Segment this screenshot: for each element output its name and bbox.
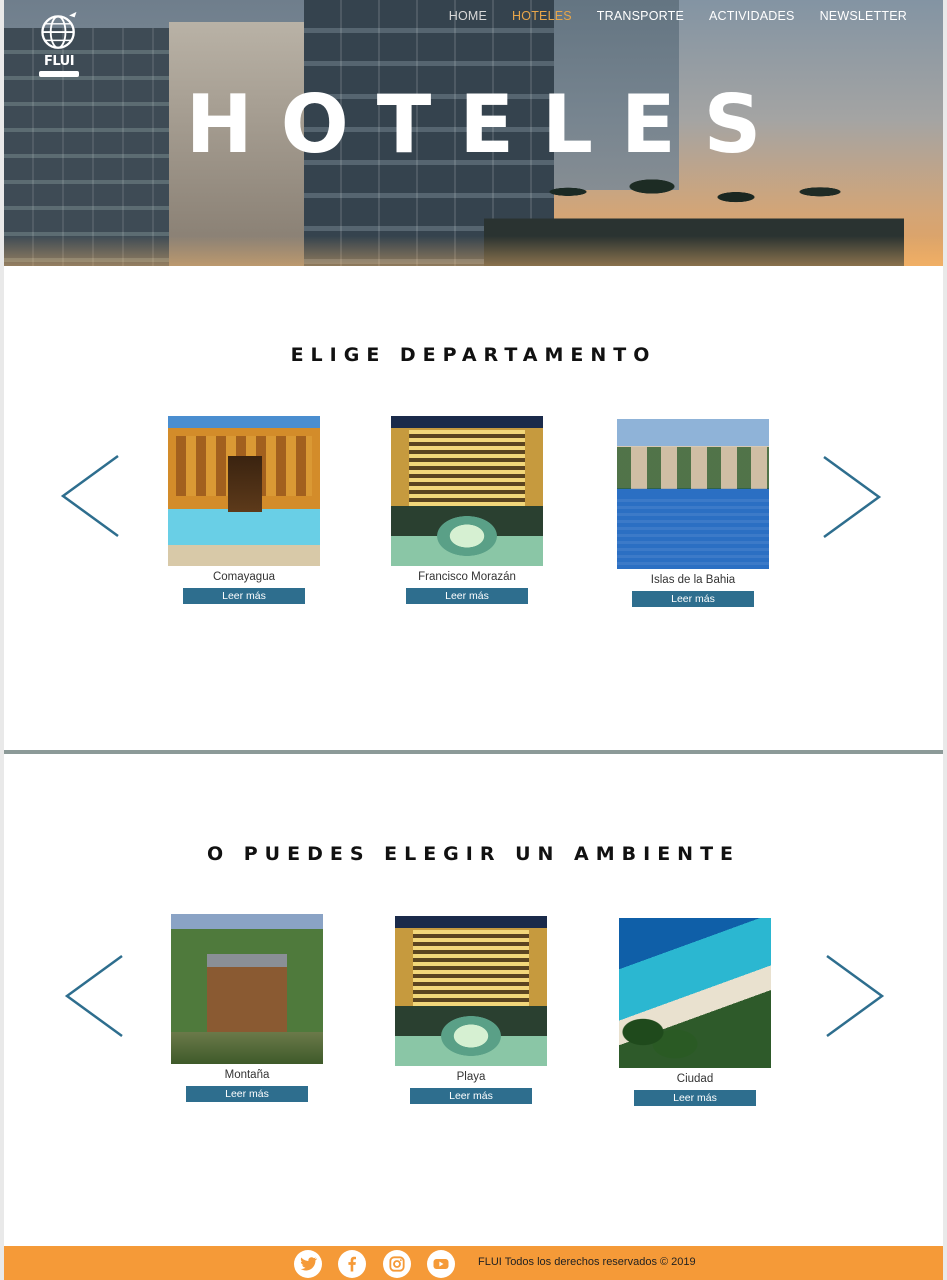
card-playa: Playa Leer más [395, 916, 547, 1104]
chevron-right-icon [823, 455, 882, 539]
instagram-link[interactable] [383, 1250, 411, 1278]
nav-item-transporte[interactable]: TRANSPORTE [597, 9, 684, 23]
page: FLUI HOME HOTELES TRANSPORTE ACTIVIDADES… [4, 0, 943, 1280]
card-islas-de-la-bahia: Islas de la Bahia Leer más [617, 419, 769, 607]
carousel-next-button[interactable] [825, 953, 885, 1039]
carousel-next-button[interactable] [822, 454, 882, 540]
twitter-icon [300, 1257, 318, 1271]
card-image[interactable] [617, 419, 769, 569]
facebook-icon [348, 1256, 356, 1272]
read-more-button[interactable]: Leer más [186, 1086, 308, 1102]
nav-item-actividades[interactable]: ACTIVIDADES [709, 9, 795, 23]
card-image[interactable] [171, 914, 323, 1064]
card-caption: Francisco Morazán [418, 571, 516, 583]
youtube-icon [433, 1259, 449, 1269]
read-more-button[interactable]: Leer más [406, 588, 528, 604]
read-more-button[interactable]: Leer más [410, 1088, 532, 1104]
copyright-text: FLUI Todos los derechos reservados © 201… [478, 1256, 696, 1268]
section-title-departamento: ELIGE DEPARTAMENTO [290, 344, 657, 366]
section-divider [4, 750, 943, 754]
logo[interactable]: FLUI [34, 10, 84, 80]
section-title-ambiente: O PUEDES ELEGIR UN AMBIENTE [206, 843, 741, 865]
carousel-prev-button[interactable] [60, 453, 120, 539]
footer: FLUI Todos los derechos reservados © 201… [4, 1246, 943, 1280]
nav-item-hoteles[interactable]: HOTELES [512, 9, 572, 23]
card-caption: Montaña [224, 1069, 270, 1081]
twitter-link[interactable] [294, 1250, 322, 1278]
youtube-link[interactable] [427, 1250, 455, 1278]
nav-item-home[interactable]: HOME [449, 9, 487, 23]
card-comayagua: Comayagua Leer más [168, 416, 320, 604]
card-francisco-morazan: Francisco Morazán Leer más [391, 416, 543, 604]
globe-icon [41, 11, 77, 49]
card-caption: Ciudad [676, 1073, 714, 1085]
hero-banner: FLUI HOME HOTELES TRANSPORTE ACTIVIDADES… [4, 0, 943, 266]
card-image[interactable] [168, 416, 320, 566]
card-image[interactable] [395, 916, 547, 1066]
card-ciudad: Ciudad Leer más [619, 918, 771, 1106]
read-more-button[interactable]: Leer más [183, 588, 305, 604]
read-more-button[interactable]: Leer más [634, 1090, 756, 1106]
card-image[interactable] [391, 416, 543, 566]
chevron-left-icon [64, 954, 123, 1038]
nav-item-newsletter[interactable]: NEWSLETTER [820, 9, 907, 23]
read-more-button[interactable]: Leer más [632, 591, 754, 607]
instagram-icon [389, 1256, 405, 1272]
chevron-right-icon [826, 954, 885, 1038]
card-caption: Playa [456, 1071, 486, 1083]
carousel-prev-button[interactable] [64, 953, 124, 1039]
main-nav: HOME HOTELES TRANSPORTE ACTIVIDADES NEWS… [424, 9, 907, 23]
facebook-link[interactable] [338, 1250, 366, 1278]
chevron-left-icon [60, 454, 119, 538]
logo-text: FLUI [43, 54, 75, 69]
hero-title: HOTELES [185, 78, 790, 171]
card-caption: Islas de la Bahia [650, 574, 736, 586]
card-caption: Comayagua [212, 571, 275, 583]
card-image[interactable] [619, 918, 771, 1068]
card-montana: Montaña Leer más [171, 914, 323, 1102]
